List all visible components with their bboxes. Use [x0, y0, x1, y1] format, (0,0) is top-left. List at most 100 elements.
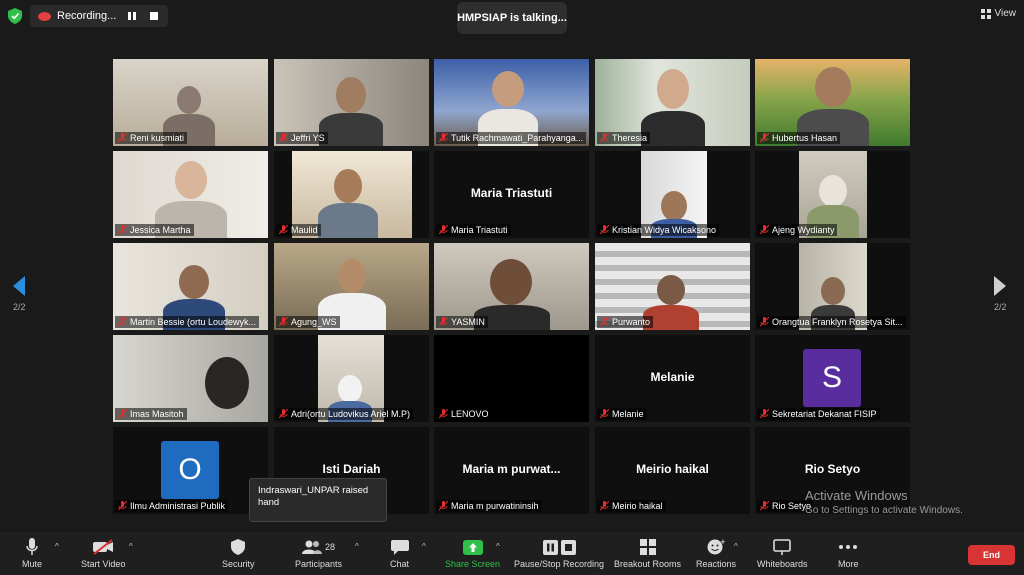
chat-options-caret[interactable]: ^	[422, 542, 426, 551]
participant-name-label: Reni kusmiati	[115, 132, 188, 144]
participant-display-name: Maria m purwat...	[462, 462, 561, 476]
participant-avatar: O	[161, 441, 219, 499]
mic-muted-icon	[118, 317, 127, 327]
participant-tile[interactable]: S Sekretariat Dekanat FISIP	[755, 335, 910, 422]
participant-tile[interactable]: Melanie Melanie	[595, 335, 750, 422]
reactions-options-caret[interactable]: ^	[734, 542, 738, 551]
participants-label: Participants	[295, 559, 343, 569]
reactions-button[interactable]: + Reactions	[696, 538, 736, 569]
participant-tile[interactable]: O Ilmu Administrasi Publik	[113, 427, 268, 514]
mic-muted-icon	[760, 501, 769, 511]
shield-icon[interactable]	[8, 8, 22, 24]
participants-icon	[302, 540, 322, 554]
participant-name-label: Meirio haikal	[597, 500, 666, 512]
mic-muted-icon	[118, 501, 127, 511]
more-button[interactable]: More	[838, 538, 859, 569]
mic-muted-icon	[118, 409, 127, 419]
pause-stop-recording-label: Pause/Stop Recording	[514, 559, 605, 569]
mic-muted-icon	[439, 317, 448, 327]
mic-muted-icon	[600, 225, 609, 235]
participant-tile[interactable]: LENOVO	[434, 335, 589, 422]
mute-options-caret[interactable]: ^	[55, 542, 59, 551]
view-label: View	[994, 8, 1017, 19]
mic-muted-icon	[439, 501, 448, 511]
more-icon	[839, 545, 858, 549]
participant-tile[interactable]: Meirio haikal Meirio haikal	[595, 427, 750, 514]
whiteboards-label: Whiteboards	[757, 559, 808, 569]
shield-icon	[231, 539, 246, 555]
participant-tile[interactable]: Purwanto	[595, 243, 750, 330]
security-button[interactable]: Security	[222, 538, 255, 569]
participants-button[interactable]: 28 Participants	[295, 538, 342, 569]
left-arrow-icon	[13, 276, 26, 296]
next-page-button[interactable]: 2/2	[994, 276, 1007, 312]
participant-tile[interactable]: Orangtua Franklyn Rosetya Sit...	[755, 243, 910, 330]
raised-hand-notification[interactable]: Indraswari_UNPAR raised hand	[249, 478, 387, 522]
reactions-icon: +	[707, 539, 725, 555]
mic-muted-icon	[279, 133, 288, 143]
participant-display-name: Melanie	[650, 370, 695, 384]
participant-tile[interactable]: Reni kusmiati	[113, 59, 268, 146]
participant-name-label: Ilmu Administrasi Publik	[115, 500, 229, 512]
participant-name-label: Imas Masitoh	[115, 408, 187, 420]
participant-tile[interactable]: Hubertus Hasan	[755, 59, 910, 146]
participants-options-caret[interactable]: ^	[355, 542, 359, 551]
breakout-rooms-label: Breakout Rooms	[614, 559, 682, 569]
next-page-indicator: 2/2	[994, 302, 1007, 312]
video-grid: Reni kusmiati Jeffri YS Tutik Rachmawati…	[113, 59, 913, 516]
participant-tile[interactable]: Tutik Rachmawati_Parahyanga...	[434, 59, 589, 146]
participant-name-label: Kristian Widya Wicaksono	[597, 224, 720, 236]
view-button[interactable]: View	[980, 8, 1017, 19]
participant-name-label: Melanie	[597, 408, 647, 420]
participant-name-label: Maria m purwatininsih	[436, 500, 542, 512]
participant-name-label: Maria Triastuti	[436, 224, 511, 236]
participant-tile[interactable]: Kristian Widya Wicaksono	[595, 151, 750, 238]
prev-page-button[interactable]: 2/2	[13, 276, 26, 312]
pause-stop-recording-button[interactable]: Pause/Stop Recording	[514, 538, 604, 569]
more-label: More	[838, 559, 859, 569]
mic-muted-icon	[279, 317, 288, 327]
mic-muted-icon	[279, 409, 288, 419]
share-options-caret[interactable]: ^	[496, 542, 500, 551]
participant-tile[interactable]: Maulid	[274, 151, 429, 238]
participant-tile[interactable]: Ajeng Wydianty	[755, 151, 910, 238]
participant-name-label: Adri(ortu Ludovikus Ariel M.P)	[276, 408, 414, 420]
participant-tile[interactable]: Agung_WS	[274, 243, 429, 330]
mic-muted-icon	[760, 317, 769, 327]
video-options-caret[interactable]: ^	[129, 542, 133, 551]
participant-tile[interactable]: Martin Bessie (ortu Loudewyk...	[113, 243, 268, 330]
start-video-button[interactable]: Start Video	[81, 538, 125, 569]
participant-tile[interactable]: Jessica Martha	[113, 151, 268, 238]
participant-name-label: Maulid	[276, 224, 321, 236]
chat-icon	[390, 540, 409, 555]
whiteboard-icon	[773, 539, 792, 555]
mute-button[interactable]: Mute	[22, 538, 42, 569]
participant-tile[interactable]: Maria m purwat... Maria m purwatininsih	[434, 427, 589, 514]
participant-name-label: Agung_WS	[276, 316, 340, 328]
stop-recording-icon[interactable]	[148, 10, 160, 22]
whiteboards-button[interactable]: Whiteboards	[757, 538, 808, 569]
pause-recording-icon[interactable]	[126, 10, 138, 22]
participant-name-label: Jeffri YS	[276, 132, 328, 144]
participant-name-label: Hubertus Hasan	[757, 132, 841, 144]
meeting-toolbar: Mute ^ Start Video ^ Security 28 Partici…	[0, 532, 1024, 575]
right-arrow-icon	[994, 276, 1007, 296]
participant-tile[interactable]: Jeffri YS	[274, 59, 429, 146]
share-screen-icon	[462, 539, 483, 555]
chat-button[interactable]: Chat	[390, 538, 409, 569]
mic-muted-icon	[439, 133, 448, 143]
participant-tile[interactable]: Maria Triastuti Maria Triastuti	[434, 151, 589, 238]
participant-tile[interactable]: Theresia	[595, 59, 750, 146]
participant-display-name: Rio Setyo	[804, 462, 861, 476]
share-screen-button[interactable]: Share Screen	[445, 538, 500, 569]
participant-name-label: LENOVO	[436, 408, 492, 420]
participant-tile[interactable]: Imas Masitoh	[113, 335, 268, 422]
breakout-rooms-button[interactable]: Breakout Rooms	[614, 538, 681, 569]
watermark-title: Activate Windows	[805, 488, 908, 503]
participant-name-label: Martin Bessie (ortu Loudewyk...	[115, 316, 260, 328]
participant-display-name: Meirio haikal	[636, 462, 709, 476]
participant-tile[interactable]: Adri(ortu Ludovikus Ariel M.P)	[274, 335, 429, 422]
end-meeting-button[interactable]: End	[968, 545, 1015, 565]
recording-label: Recording...	[57, 10, 117, 22]
participant-tile[interactable]: YASMIN	[434, 243, 589, 330]
